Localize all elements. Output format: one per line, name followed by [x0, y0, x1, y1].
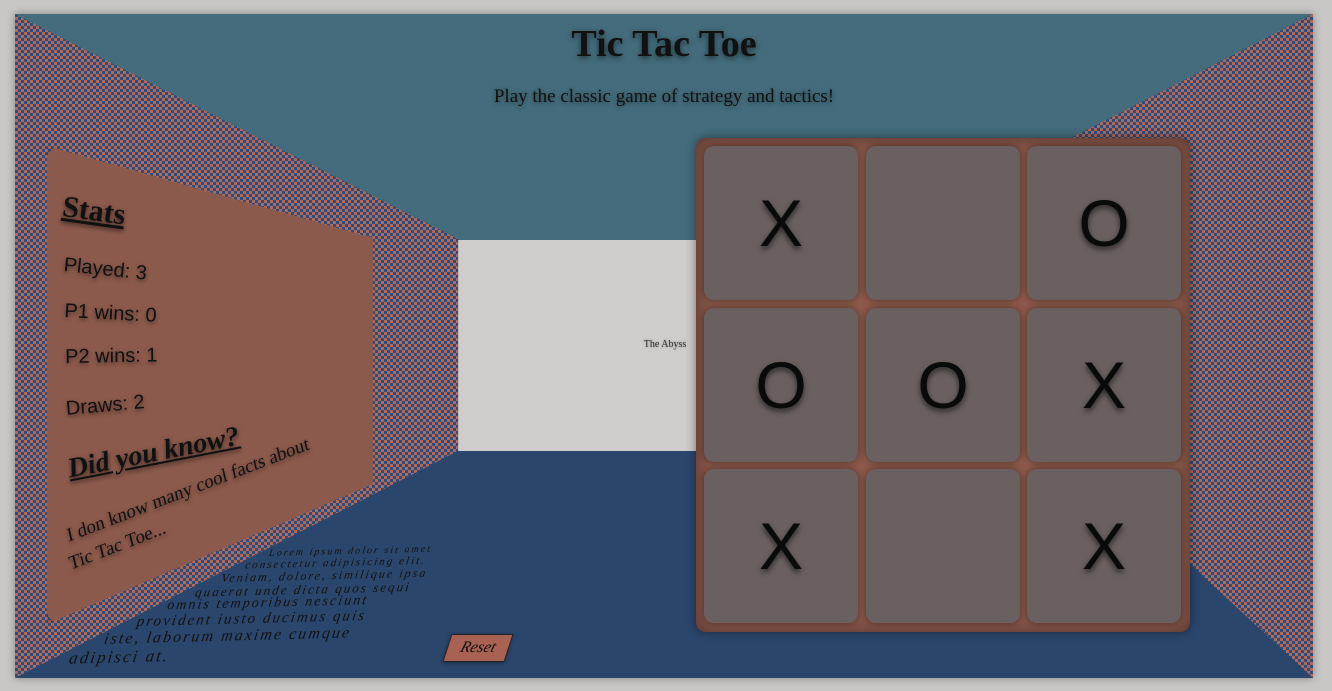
board-cell[interactable]: O — [1027, 146, 1181, 300]
reset-button[interactable]: Reset — [442, 634, 514, 662]
board-cell[interactable]: X — [1027, 308, 1181, 462]
page-title: Tic Tac Toe — [571, 23, 757, 65]
board-cell[interactable] — [866, 146, 1020, 300]
board-cell[interactable]: X — [704, 146, 858, 300]
game-room: The Abyss Tic Tac Toe Play the classic g… — [15, 14, 1313, 678]
stats-p2-wins: P2 wins: 1 — [65, 344, 158, 368]
page-subtitle: Play the classic game of strategy and ta… — [493, 86, 835, 107]
game-board: X O O O X X X — [696, 138, 1190, 632]
stats-p1-wins: P1 wins: 0 — [63, 300, 158, 327]
board-cell[interactable]: X — [1027, 469, 1181, 623]
board-cell[interactable]: X — [704, 469, 858, 623]
board-cell[interactable]: O — [866, 308, 1020, 462]
board-cell[interactable]: O — [704, 308, 858, 462]
board-cell[interactable] — [866, 469, 1020, 623]
floor-text: Lorem ipsum dolor sit amet consectetur a… — [56, 543, 505, 668]
